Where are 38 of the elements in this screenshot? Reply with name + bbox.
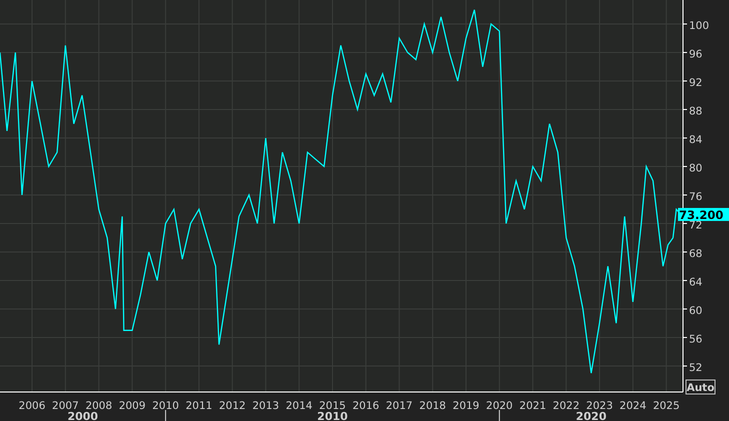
x-tick-label: 2006 <box>18 400 46 412</box>
x-tick-label: 2017 <box>386 400 413 412</box>
x-tick-label: 2022 <box>552 400 580 412</box>
x-tick-label: 2025 <box>652 400 680 412</box>
x-tick-label: 2007 <box>52 400 79 412</box>
y-tick-label: 76 <box>689 191 702 203</box>
auto-button[interactable]: Auto <box>686 380 716 394</box>
x-tick-label: 2009 <box>118 400 146 412</box>
decade-label: 2010 <box>317 410 348 421</box>
y-tick-label: 68 <box>689 248 702 260</box>
x-tick-label: 2023 <box>586 400 613 412</box>
last-value-label: 73.200 <box>678 208 729 222</box>
y-tick-label: 60 <box>689 305 702 317</box>
x-tick-label: 2024 <box>620 400 646 412</box>
x-tick-label: 2018 <box>419 400 446 412</box>
y-tick-label: 64 <box>689 276 702 288</box>
x-tick-label: 2016 <box>352 400 380 412</box>
x-tick-label: 2012 <box>218 400 246 412</box>
x-tick-label: 2019 <box>452 400 480 412</box>
y-tick-label: 100 <box>689 20 710 32</box>
y-tick-label: 88 <box>689 106 702 118</box>
y-tick-label: 96 <box>689 48 702 60</box>
y-tick-label: 80 <box>689 162 702 174</box>
y-tick-label: 72 <box>689 220 702 232</box>
x-tick-label: 2015 <box>319 400 346 412</box>
y-tick-label: 84 <box>689 134 702 146</box>
x-tick-label: 2011 <box>186 400 212 412</box>
y-tick-label: 52 <box>689 362 702 374</box>
y-tick-label: 56 <box>689 334 702 346</box>
x-tick-label: 2010 <box>152 400 179 412</box>
decade-label: 2000 <box>67 410 98 421</box>
x-tick-label: 2021 <box>519 400 546 412</box>
x-tick-label: 2020 <box>486 400 513 412</box>
y-tick-label: 92 <box>689 77 702 89</box>
x-tick-label: 2014 <box>286 400 312 412</box>
x-tick-label: 2008 <box>85 400 112 412</box>
decade-label: 2020 <box>576 410 606 421</box>
x-tick-label: 2013 <box>252 400 280 412</box>
